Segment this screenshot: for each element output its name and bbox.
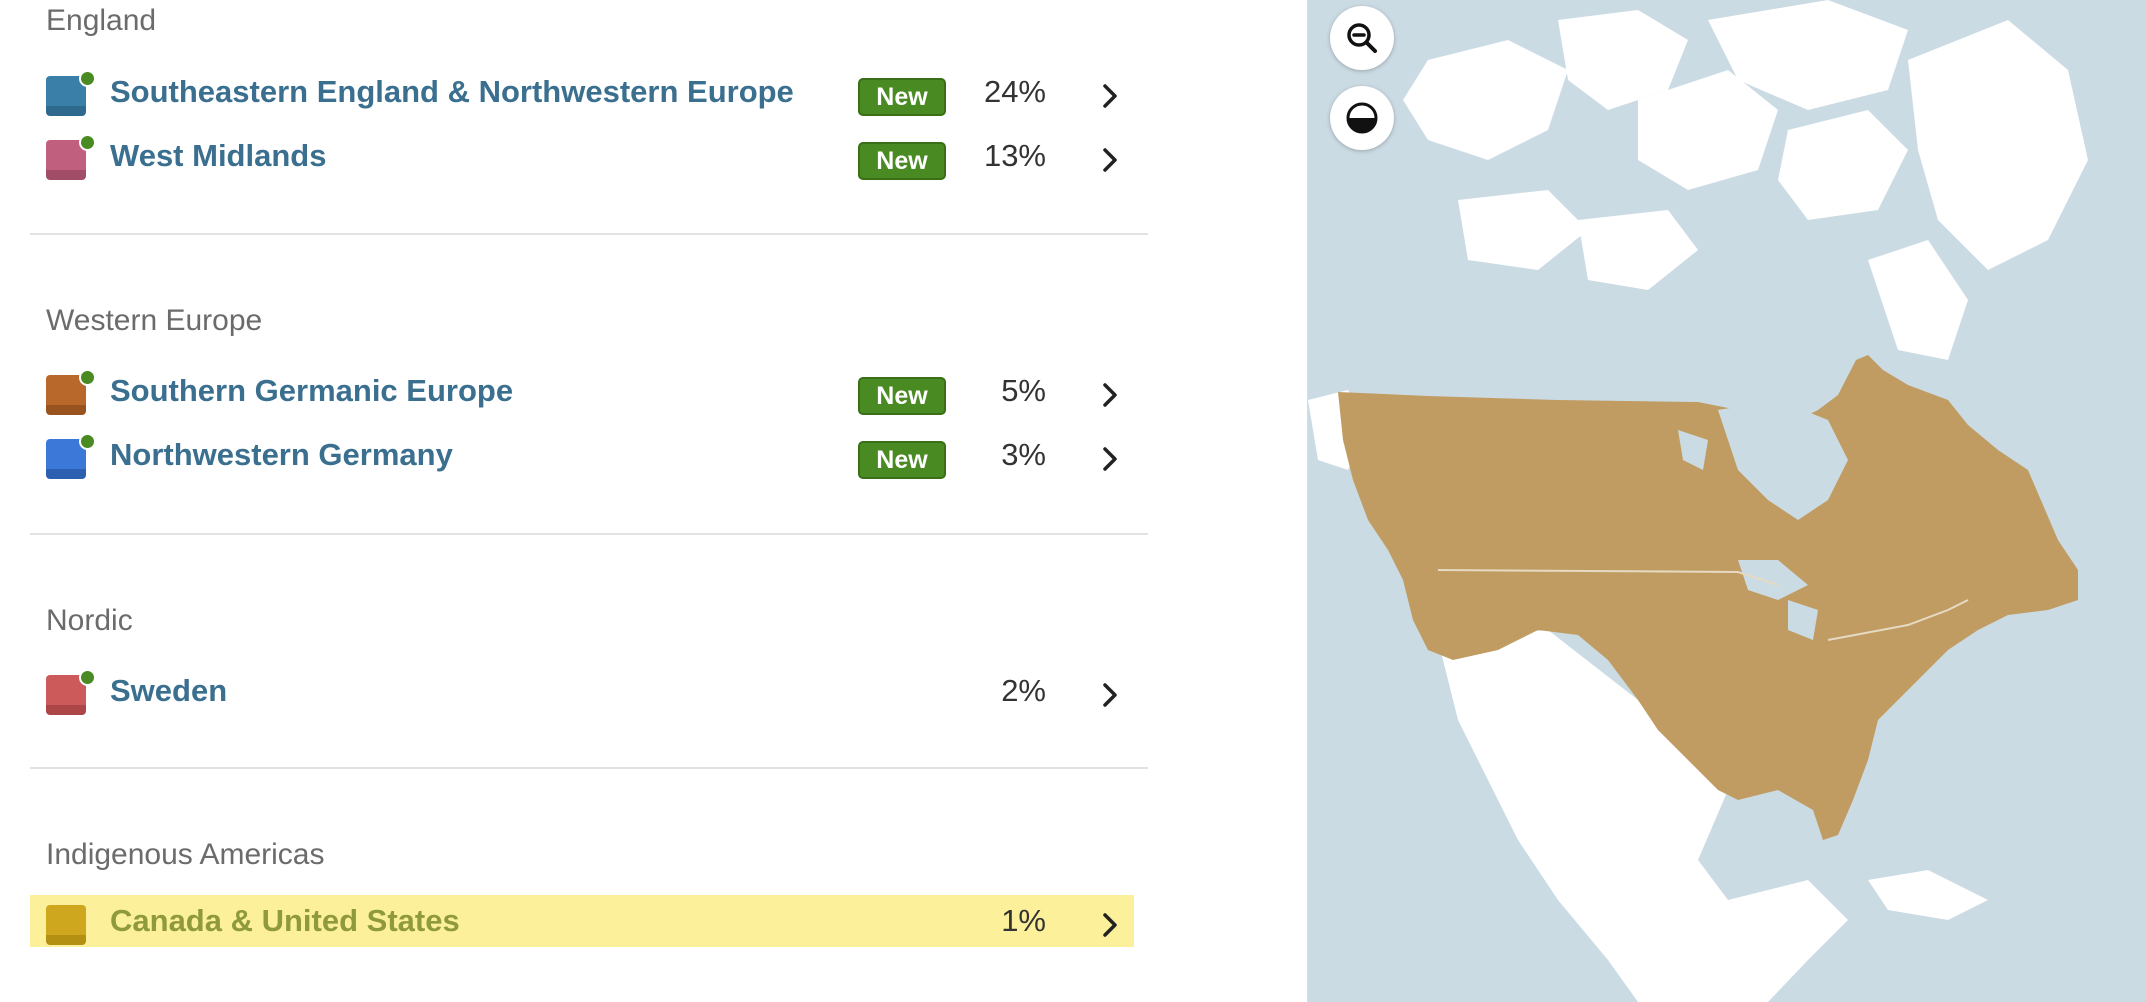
region-row-northwestern-germany[interactable]: Northwestern Germany New 3% <box>30 429 1134 481</box>
region-percent: 3% <box>1001 437 1046 472</box>
region-percent: 2% <box>1001 673 1046 708</box>
new-badge: New <box>858 78 946 116</box>
chevron-right-icon[interactable] <box>1094 909 1126 941</box>
region-percent: 1% <box>1001 903 1046 938</box>
contrast-toggle-button[interactable] <box>1330 86 1394 150</box>
region-row-canada-united-states[interactable]: Canada & United States 1% <box>30 895 1134 947</box>
group-divider <box>30 233 1148 235</box>
region-map[interactable] <box>1308 0 2146 1002</box>
zoom-out-icon <box>1347 23 1377 53</box>
map-canvas <box>1308 0 2146 1002</box>
region-row-west-midlands[interactable]: West Midlands New 13% <box>30 130 1134 182</box>
new-indicator-dot <box>79 669 96 686</box>
region-name[interactable]: Southern Germanic Europe <box>110 373 513 409</box>
zoom-out-button[interactable] <box>1330 6 1394 70</box>
chevron-right-icon[interactable] <box>1094 443 1126 475</box>
group-title-western-europe: Western Europe <box>46 304 263 337</box>
region-name[interactable]: Sweden <box>110 673 227 709</box>
group-title-nordic: Nordic <box>46 604 133 637</box>
region-name[interactable]: Northwestern Germany <box>110 437 453 473</box>
region-row-sweden[interactable]: Sweden 2% <box>30 665 1134 717</box>
chevron-right-icon[interactable] <box>1094 80 1126 112</box>
region-percent: 24% <box>983 74 1046 109</box>
new-badge: New <box>858 142 946 180</box>
region-color-swatch <box>46 905 86 945</box>
region-name[interactable]: Canada & United States <box>110 903 460 939</box>
ethnicity-list-panel: England Southeastern England & Northwest… <box>0 0 1308 1002</box>
region-percent: 13% <box>983 138 1046 173</box>
highlight-region-canada-us <box>1338 355 2078 840</box>
region-percent: 5% <box>1001 373 1046 408</box>
group-divider <box>30 533 1148 535</box>
chevron-right-icon[interactable] <box>1094 679 1126 711</box>
new-indicator-dot <box>79 134 96 151</box>
region-row-southern-germanic-europe[interactable]: Southern Germanic Europe New 5% <box>30 365 1134 417</box>
new-badge: New <box>858 377 946 415</box>
new-indicator-dot <box>79 369 96 386</box>
region-name[interactable]: Southeastern England & Northwestern Euro… <box>110 74 794 110</box>
chevron-right-icon[interactable] <box>1094 144 1126 176</box>
chevron-right-icon[interactable] <box>1094 379 1126 411</box>
new-indicator-dot <box>79 433 96 450</box>
new-indicator-dot <box>79 70 96 87</box>
new-badge: New <box>858 441 946 479</box>
contrast-icon <box>1346 102 1378 134</box>
group-title-indigenous-americas: Indigenous Americas <box>46 838 325 871</box>
region-row-southeastern-england[interactable]: Southeastern England & Northwestern Euro… <box>30 66 1134 118</box>
group-title-england: England <box>46 4 157 37</box>
region-name[interactable]: West Midlands <box>110 138 326 174</box>
group-divider <box>30 767 1148 769</box>
